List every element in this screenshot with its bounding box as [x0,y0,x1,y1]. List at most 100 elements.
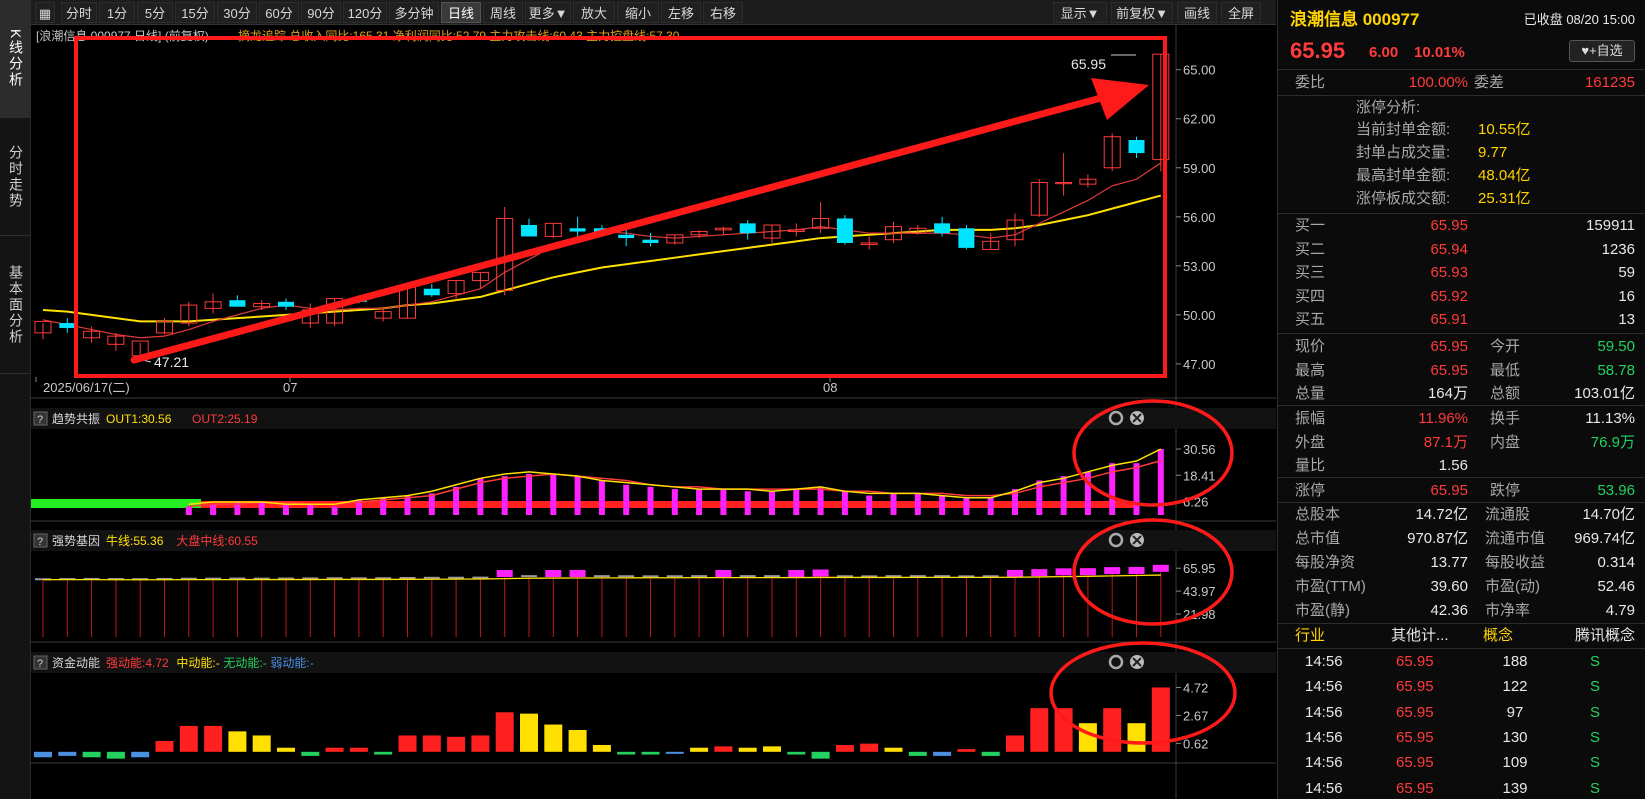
divider [1278,648,1645,649]
limit-analysis-value: 25.31亿 [1478,190,1531,207]
indicator-title: 强势基因 [52,534,100,548]
gene-bar [423,576,440,579]
limit-analysis-value: 9.77 [1478,144,1508,161]
tick-volume: 130 [1502,728,1528,746]
divider [1278,95,1645,96]
momentum-bar [325,747,344,752]
menu-grid-icon[interactable]: ▦ [35,2,55,23]
tab-intraday-trend[interactable]: 分时走势 [0,118,31,236]
momentum-bar [471,735,490,752]
x-tick-label: 08 [823,380,837,395]
momentum-bar [665,751,684,754]
y-tick-label: 2.67 [1183,708,1208,723]
y-tick-label: 30.56 [1183,442,1216,457]
add-watchlist-button[interactable]: ♥+自选 [1569,40,1635,62]
toolbar-button[interactable]: 5分 [137,2,173,23]
stat-value: 65.95 [1430,361,1468,379]
limit-down-value: 53.96 [1597,482,1635,499]
momentum-bar [106,751,125,759]
trend-bar [890,493,897,515]
toolbar-button[interactable]: 显示▼ [1053,2,1107,23]
tick-price: 65.95 [1396,754,1434,772]
toolbar-button[interactable]: 120分 [343,2,387,23]
gene-bar [691,575,708,578]
candle-body-down [1128,139,1145,154]
industry-value[interactable]: 其他计... [1391,624,1449,648]
bid-diff-label: 委差 [1474,74,1505,91]
toolbar-button[interactable]: 缩小 [617,2,659,23]
indicator-title: 趋势共振 [52,412,100,426]
toolbar-button[interactable]: 1分 [99,2,135,23]
trend-bar [987,497,994,515]
bid-level-label: 买二 [1295,240,1326,258]
chart-legend: 摘龙追踪 总收入同比:165.31 净利润同比:52.79 主力攻击线:60.4… [238,28,680,43]
gene-bar [1007,569,1023,577]
chart-canvas[interactable]: ??? [浪潮信息 000977 日线] (前复权) 摘龙追踪 总收入同比:165.… [31,25,1276,799]
gene-bar [715,570,732,578]
tick-side: S [1590,703,1601,721]
tab-fundamental-analysis[interactable]: 基本面分析 [0,236,31,374]
toolbar-button[interactable]: 左移 [661,2,701,23]
gene-bar [1128,567,1145,575]
candle-body-down [958,228,975,248]
fundamental-label: 总市值 [1295,530,1341,547]
toolbar-button[interactable]: 更多▼ [525,2,571,23]
momentum-bar [204,725,223,752]
divider [1278,333,1645,334]
toolbar-button[interactable]: 前复权▼ [1111,2,1173,23]
toolbar-button[interactable]: 全屏 [1221,2,1261,23]
toolbar-button[interactable]: 多分钟 [389,2,439,23]
momentum-bar [447,736,466,752]
fundamental-value: 970.87亿 [1407,530,1468,547]
gene-bar [1079,568,1096,576]
candle-body-down [618,234,635,239]
toolbar-button[interactable]: 放大 [573,2,615,23]
toolbar-button[interactable]: 30分 [217,2,257,23]
indicator-legend: OUT2:25.19 [192,412,258,426]
gene-bar [1104,567,1121,575]
toolbar-button[interactable]: 周线 [483,2,523,23]
trend-bar [453,486,460,515]
help-icon-glyph: ? [37,414,43,426]
toolbar-button[interactable]: 右移 [703,2,743,23]
bid-volume: 16 [1618,287,1635,305]
chart-area[interactable]: ??? [浪潮信息 000977 日线] (前复权) 摘龙追踪 总收入同比:165.… [31,25,1276,799]
divider [1278,405,1645,406]
momentum-bar [860,743,879,752]
concept-value[interactable]: 腾讯概念 [1575,624,1635,648]
momentum-bar [617,751,636,755]
momentum-bar [811,751,830,759]
toolbar-button[interactable]: 分时 [61,2,97,23]
gene-bar [569,570,586,578]
help-icon-glyph: ? [37,536,43,548]
tick-side: S [1590,728,1601,746]
fundamental-value: 14.72亿 [1415,506,1468,523]
price-change-pct: 10.01% [1414,44,1465,61]
limit-up-value: 65.95 [1430,482,1468,499]
limit-analysis-title: 涨停分析: [1356,99,1421,116]
tick-side: S [1590,779,1601,797]
toolbar-button[interactable]: 画线 [1177,2,1217,23]
toolbar-button[interactable]: 日线 [441,2,481,23]
momentum-bar [1030,708,1049,752]
toolbar-button[interactable]: 15分 [175,2,215,23]
indicator-legend: 中动能:- [176,655,219,670]
help-icon-glyph: ? [37,658,43,670]
gene-bar [1031,569,1048,577]
tab-kline-analysis[interactable]: K线分析 [0,0,31,118]
trend-bar [550,473,557,515]
candle-body-down [934,223,951,234]
momentum-bar [520,713,538,752]
momentum-bar [34,751,52,758]
industry-label[interactable]: 行业 [1295,624,1325,648]
fundamental-label: 市盈(动) [1485,578,1540,595]
y-tick-label: 43.97 [1183,584,1216,599]
trend-bar [841,491,848,515]
toolbar-button[interactable]: 60分 [259,2,299,23]
gene-bar [521,575,537,578]
concept-label[interactable]: 概念 [1483,624,1513,648]
stat-value: 164万 [1427,385,1468,402]
toolbar-button[interactable]: 90分 [301,2,341,23]
gene-bar [545,570,562,578]
trend-bar [501,476,508,515]
